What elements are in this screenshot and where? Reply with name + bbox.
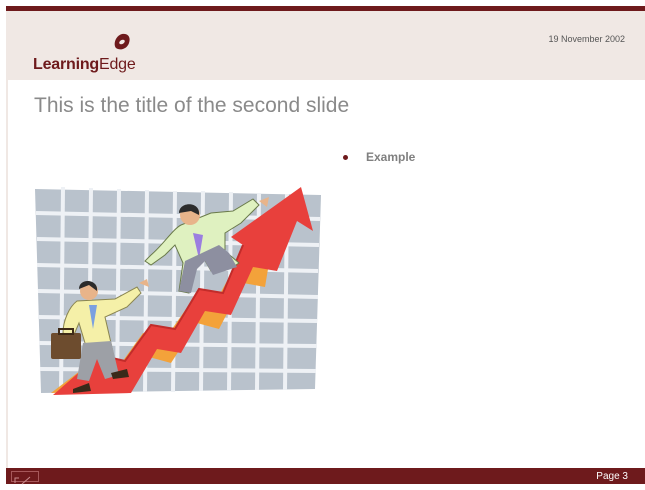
brand-bold: Learning	[33, 56, 99, 73]
page-number: Page 3	[596, 471, 628, 482]
left-edge-rule	[6, 80, 8, 468]
growth-arrow-clipart-icon	[35, 186, 321, 395]
bullet-item: Example	[343, 150, 415, 164]
brand-name: LearningEdge	[33, 56, 136, 74]
slide-title: This is the title of the second slide	[34, 94, 350, 117]
bullet-text: Example	[366, 150, 416, 164]
logo-mark-icon	[114, 33, 130, 50]
slide: LearningEdge 19 November 2002 This is th…	[0, 0, 645, 485]
footer-band	[6, 468, 645, 484]
slide-date: 19 November 2002	[548, 34, 625, 44]
slide-nav-icon[interactable]	[11, 471, 39, 485]
bullet-dot-icon	[343, 154, 348, 160]
brand-regular: Edge	[98, 56, 136, 73]
learningedge-logo: LearningEdge	[33, 33, 143, 77]
